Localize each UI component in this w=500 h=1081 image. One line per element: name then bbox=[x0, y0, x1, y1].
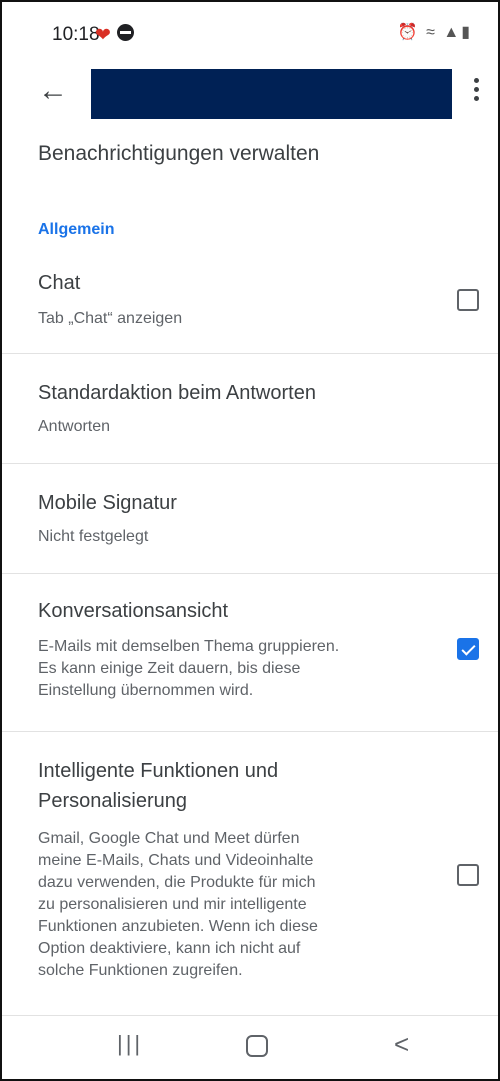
redacted-account-title bbox=[91, 69, 452, 119]
more-vert-icon[interactable] bbox=[474, 78, 480, 105]
setting-description: Tab „Chat“ anzeigen bbox=[38, 310, 183, 327]
setting-description-line: Gmail, Google Chat und Meet dürfen bbox=[38, 830, 300, 847]
recent-apps-button[interactable]: ||| bbox=[117, 1031, 143, 1057]
status-time: 10:18 bbox=[52, 24, 100, 45]
app-bar: ← bbox=[2, 64, 498, 126]
setting-chat[interactable]: Chat Tab „Chat“ anzeigen bbox=[2, 272, 498, 354]
setting-title: Mobile Signatur bbox=[38, 492, 177, 514]
setting-description: Antworten bbox=[38, 418, 111, 435]
setting-default-reply-action[interactable]: Standardaktion beim Antworten Antworten bbox=[2, 382, 498, 462]
setting-description-line: E-Mails mit demselben Thema gruppieren. bbox=[38, 638, 340, 655]
setting-description-line: Einstellung übernommen wird. bbox=[38, 682, 254, 699]
divider bbox=[2, 1015, 498, 1016]
setting-mobile-signature[interactable]: Mobile Signatur Nicht festgelegt bbox=[2, 492, 498, 572]
setting-title-line: Intelligente Funktionen und bbox=[38, 760, 279, 782]
setting-title-line: Personalisierung bbox=[38, 790, 187, 812]
status-icons: ⏰ ≈ ▲▮ bbox=[397, 24, 472, 41]
divider bbox=[2, 353, 498, 354]
do-not-disturb-icon bbox=[117, 24, 134, 41]
system-nav-bar: ||| < bbox=[2, 1017, 498, 1079]
setting-description-line: Funktionen anzubieten. Wenn ich diese bbox=[38, 918, 318, 935]
setting-conversation-view[interactable]: Konversationsansicht E-Mails mit demselb… bbox=[2, 600, 498, 730]
setting-description-line: Es kann einige Zeit dauern, bis diese bbox=[38, 660, 301, 677]
divider bbox=[2, 731, 498, 732]
divider bbox=[2, 463, 498, 464]
setting-title: Chat bbox=[38, 272, 81, 294]
status-bar: 10:18 ❤ ⏰ ≈ ▲▮ bbox=[2, 2, 498, 64]
home-icon[interactable] bbox=[246, 1035, 268, 1057]
setting-description-line: meine E-Mails, Chats und Videoinhalte bbox=[38, 852, 314, 869]
setting-title: Konversationsansicht bbox=[38, 600, 229, 622]
setting-description-line: Option deaktiviere, kann ich nicht auf bbox=[38, 940, 301, 957]
setting-title: Standardaktion beim Antworten bbox=[38, 382, 316, 404]
section-header-general: Allgemein bbox=[38, 221, 115, 238]
system-back-button[interactable]: < bbox=[394, 1029, 409, 1060]
heart-icon: ❤ bbox=[95, 25, 111, 46]
setting-description-line: zu personalisieren und mir intelligente bbox=[38, 896, 307, 913]
conversation-view-checkbox[interactable] bbox=[457, 638, 479, 660]
setting-description: Nicht festgelegt bbox=[38, 528, 149, 545]
setting-description-line: solche Funktionen zugreifen. bbox=[38, 962, 243, 979]
page-title[interactable]: Benachrichtigungen verwalten bbox=[38, 142, 319, 166]
setting-smart-features[interactable]: Intelligente Funktionen und Personalisie… bbox=[2, 760, 498, 1010]
smart-features-checkbox[interactable] bbox=[457, 864, 479, 886]
chat-checkbox[interactable] bbox=[457, 289, 479, 311]
divider bbox=[2, 573, 498, 574]
setting-description-line: dazu verwenden, die Produkte für mich bbox=[38, 874, 316, 891]
screen: 10:18 ❤ ⏰ ≈ ▲▮ ← Benachrichtigungen verw… bbox=[0, 0, 500, 1081]
arrow-back-icon[interactable]: ← bbox=[38, 76, 68, 106]
